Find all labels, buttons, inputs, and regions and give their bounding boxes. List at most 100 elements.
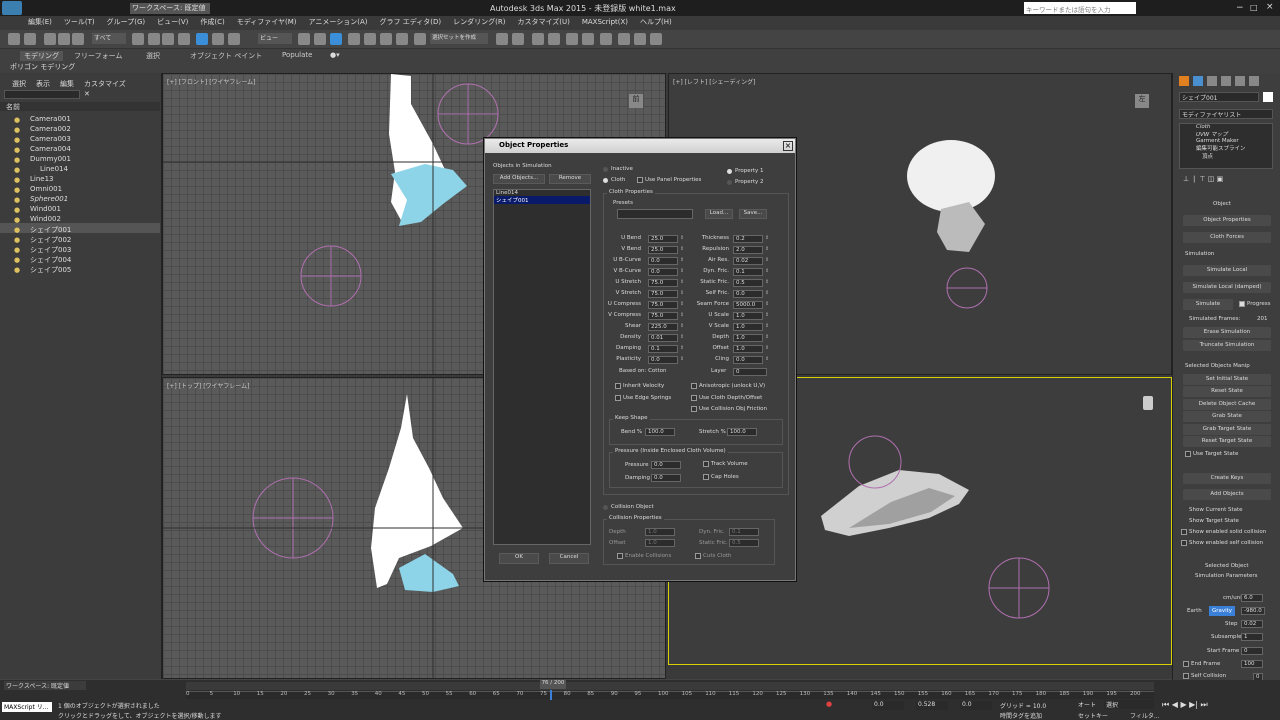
use-collision-friction-checkbox[interactable]: [691, 406, 697, 412]
menu-modifiers[interactable]: モディファイヤ(M): [231, 16, 303, 28]
manipulate-icon[interactable]: [314, 33, 326, 45]
minimize-button[interactable]: −: [1236, 3, 1244, 13]
show-self-collision-checkbox[interactable]: [1181, 540, 1187, 546]
left-param-field[interactable]: 25.0: [648, 246, 678, 254]
cloth-radio[interactable]: [603, 178, 608, 183]
spinner-arrows-icon[interactable]: ⇕: [765, 279, 769, 287]
use-panel-properties-checkbox[interactable]: [637, 177, 643, 183]
select-by-name-icon[interactable]: [148, 33, 160, 45]
left-param-field[interactable]: 0.0: [648, 257, 678, 265]
tree-item-camera004[interactable]: Camera004: [30, 145, 71, 153]
maximize-button[interactable]: □: [1250, 3, 1258, 12]
render-frame-icon[interactable]: [634, 33, 646, 45]
selected-object-header[interactable]: Selected Object: [1205, 563, 1249, 569]
close-button[interactable]: ×: [1266, 2, 1274, 12]
right-param-field[interactable]: 0.0: [733, 290, 763, 298]
curve-editor-icon[interactable]: [566, 33, 578, 45]
material-editor-icon[interactable]: [600, 33, 612, 45]
collision-static-fric-field[interactable]: 0.5: [729, 539, 759, 547]
angle-snap-icon[interactable]: [364, 33, 376, 45]
pivot-icon[interactable]: [298, 33, 310, 45]
right-param-field[interactable]: 5000.0: [733, 301, 763, 309]
object-properties-button[interactable]: Object Properties: [1183, 215, 1271, 226]
right-param-field[interactable]: 1.0: [733, 323, 763, 331]
spinner-arrows-icon[interactable]: ⇕: [765, 246, 769, 254]
use-edge-springs-checkbox[interactable]: [615, 395, 621, 401]
gravity-button[interactable]: Gravity: [1209, 606, 1235, 616]
load-button[interactable]: Load...: [705, 209, 733, 219]
inherit-velocity-checkbox[interactable]: [615, 383, 621, 389]
create-keys-button[interactable]: Create Keys: [1183, 473, 1271, 484]
app-logo[interactable]: [2, 1, 22, 15]
ribbon-options-icon[interactable]: ●▾: [330, 51, 340, 59]
auto-key-button[interactable]: オート: [1078, 700, 1096, 709]
simulate-local-damped-button[interactable]: Simulate Local (damped): [1183, 282, 1271, 293]
property2-radio[interactable]: [727, 180, 732, 185]
cm-unit-field[interactable]: 6.0: [1241, 594, 1263, 602]
hierarchy-tab-icon[interactable]: [1207, 76, 1217, 86]
simulate-local-button[interactable]: Simulate Local: [1183, 265, 1271, 276]
collision-depth-field[interactable]: 1.0: [645, 528, 675, 536]
display-tab-icon[interactable]: [1235, 76, 1245, 86]
ribbon-tab-modeling[interactable]: モデリング: [20, 51, 63, 61]
stack-item-uvw-map[interactable]: UVW マップ: [1196, 130, 1272, 138]
align-icon[interactable]: [512, 33, 524, 45]
region-select-icon[interactable]: [162, 33, 174, 45]
object-section-header[interactable]: Object: [1213, 201, 1231, 207]
ribbon-tab-object-paint[interactable]: オブジェクト ペイント: [190, 51, 262, 61]
anisotropic-checkbox[interactable]: [691, 383, 697, 389]
ok-button[interactable]: OK: [499, 553, 539, 564]
edit-named-sel-icon[interactable]: [414, 33, 426, 45]
left-param-field[interactable]: 0.0: [648, 356, 678, 364]
stack-item-editable-spline[interactable]: 編集可能スプライン: [1196, 144, 1272, 152]
bend-pct-field[interactable]: 100.0: [645, 428, 675, 436]
erase-simulation-button[interactable]: Erase Simulation: [1183, 327, 1271, 338]
undo-icon[interactable]: [8, 33, 20, 45]
tree-item-shape001[interactable]: シェイプ001: [30, 225, 71, 235]
remove-button[interactable]: Remove: [549, 174, 591, 184]
workspace-selector[interactable]: ワークスペース: 既定値: [130, 3, 210, 14]
playback-controls[interactable]: ⏮ ◀ ▶ ▶| ⏭: [1162, 700, 1208, 710]
left-param-field[interactable]: 225.0: [648, 323, 678, 331]
redo-icon[interactable]: [24, 33, 36, 45]
dialog-title[interactable]: Object Properties: [485, 139, 795, 153]
workspace-status[interactable]: ワークスペース: 既定値: [4, 681, 86, 690]
spinner-arrows-icon[interactable]: ⇕: [765, 312, 769, 320]
key-mode-dropdown[interactable]: 選択: [1104, 700, 1154, 709]
spinner-arrows-icon[interactable]: ⇕: [680, 246, 684, 254]
right-param-field[interactable]: 0.02: [733, 257, 763, 265]
collision-object-radio[interactable]: [603, 505, 608, 510]
window-crossing-icon[interactable]: [178, 33, 190, 45]
time-slider-thumb[interactable]: 76 / 200: [540, 680, 566, 689]
left-param-field[interactable]: 0.0: [648, 268, 678, 276]
spinner-arrows-icon[interactable]: ⇕: [680, 301, 684, 309]
cloth-forces-button[interactable]: Cloth Forces: [1183, 232, 1271, 243]
progress-checkbox[interactable]: [1239, 301, 1245, 307]
set-initial-state-button[interactable]: Set Initial State: [1183, 374, 1271, 385]
named-selection-dropdown[interactable]: 選択セットを作成: [430, 33, 488, 44]
explorer-menu-customize[interactable]: カスタマイズ: [84, 79, 126, 89]
tree-item-camera002[interactable]: Camera002: [30, 125, 71, 133]
tree-item-line014[interactable]: Line014: [40, 165, 68, 173]
render-setup-icon[interactable]: [618, 33, 630, 45]
cap-holes-checkbox[interactable]: [703, 474, 709, 480]
modifier-stack[interactable]: Cloth UVW マップ Garment Maker 編集可能スプライン 頂点: [1179, 123, 1273, 169]
add-objects-panel-button[interactable]: Add Objects: [1183, 489, 1271, 500]
selection-filter-dropdown[interactable]: すべて: [92, 33, 126, 44]
right-param-field[interactable]: 0.5: [733, 279, 763, 287]
left-param-field[interactable]: 0.01: [648, 334, 678, 342]
pressure-damping-field[interactable]: 0.0: [651, 474, 681, 482]
inactive-radio[interactable]: [603, 167, 608, 172]
tree-item-shape005[interactable]: シェイプ005: [30, 265, 71, 275]
spinner-arrows-icon[interactable]: ⇕: [680, 290, 684, 298]
scale-icon[interactable]: [228, 33, 240, 45]
left-param-field[interactable]: 75.0: [648, 301, 678, 309]
gravity-field[interactable]: -980.0: [1241, 607, 1265, 615]
explorer-menu-select[interactable]: 選択: [12, 79, 26, 89]
lock-icon[interactable]: ●: [826, 700, 832, 708]
key-filters-button[interactable]: フィルタ...: [1130, 711, 1160, 720]
start-frame-field[interactable]: 0: [1241, 647, 1263, 655]
grab-target-state-button[interactable]: Grab Target State: [1183, 424, 1271, 435]
right-param-field[interactable]: 2.0: [733, 246, 763, 254]
object-color-swatch[interactable]: [1263, 92, 1273, 102]
